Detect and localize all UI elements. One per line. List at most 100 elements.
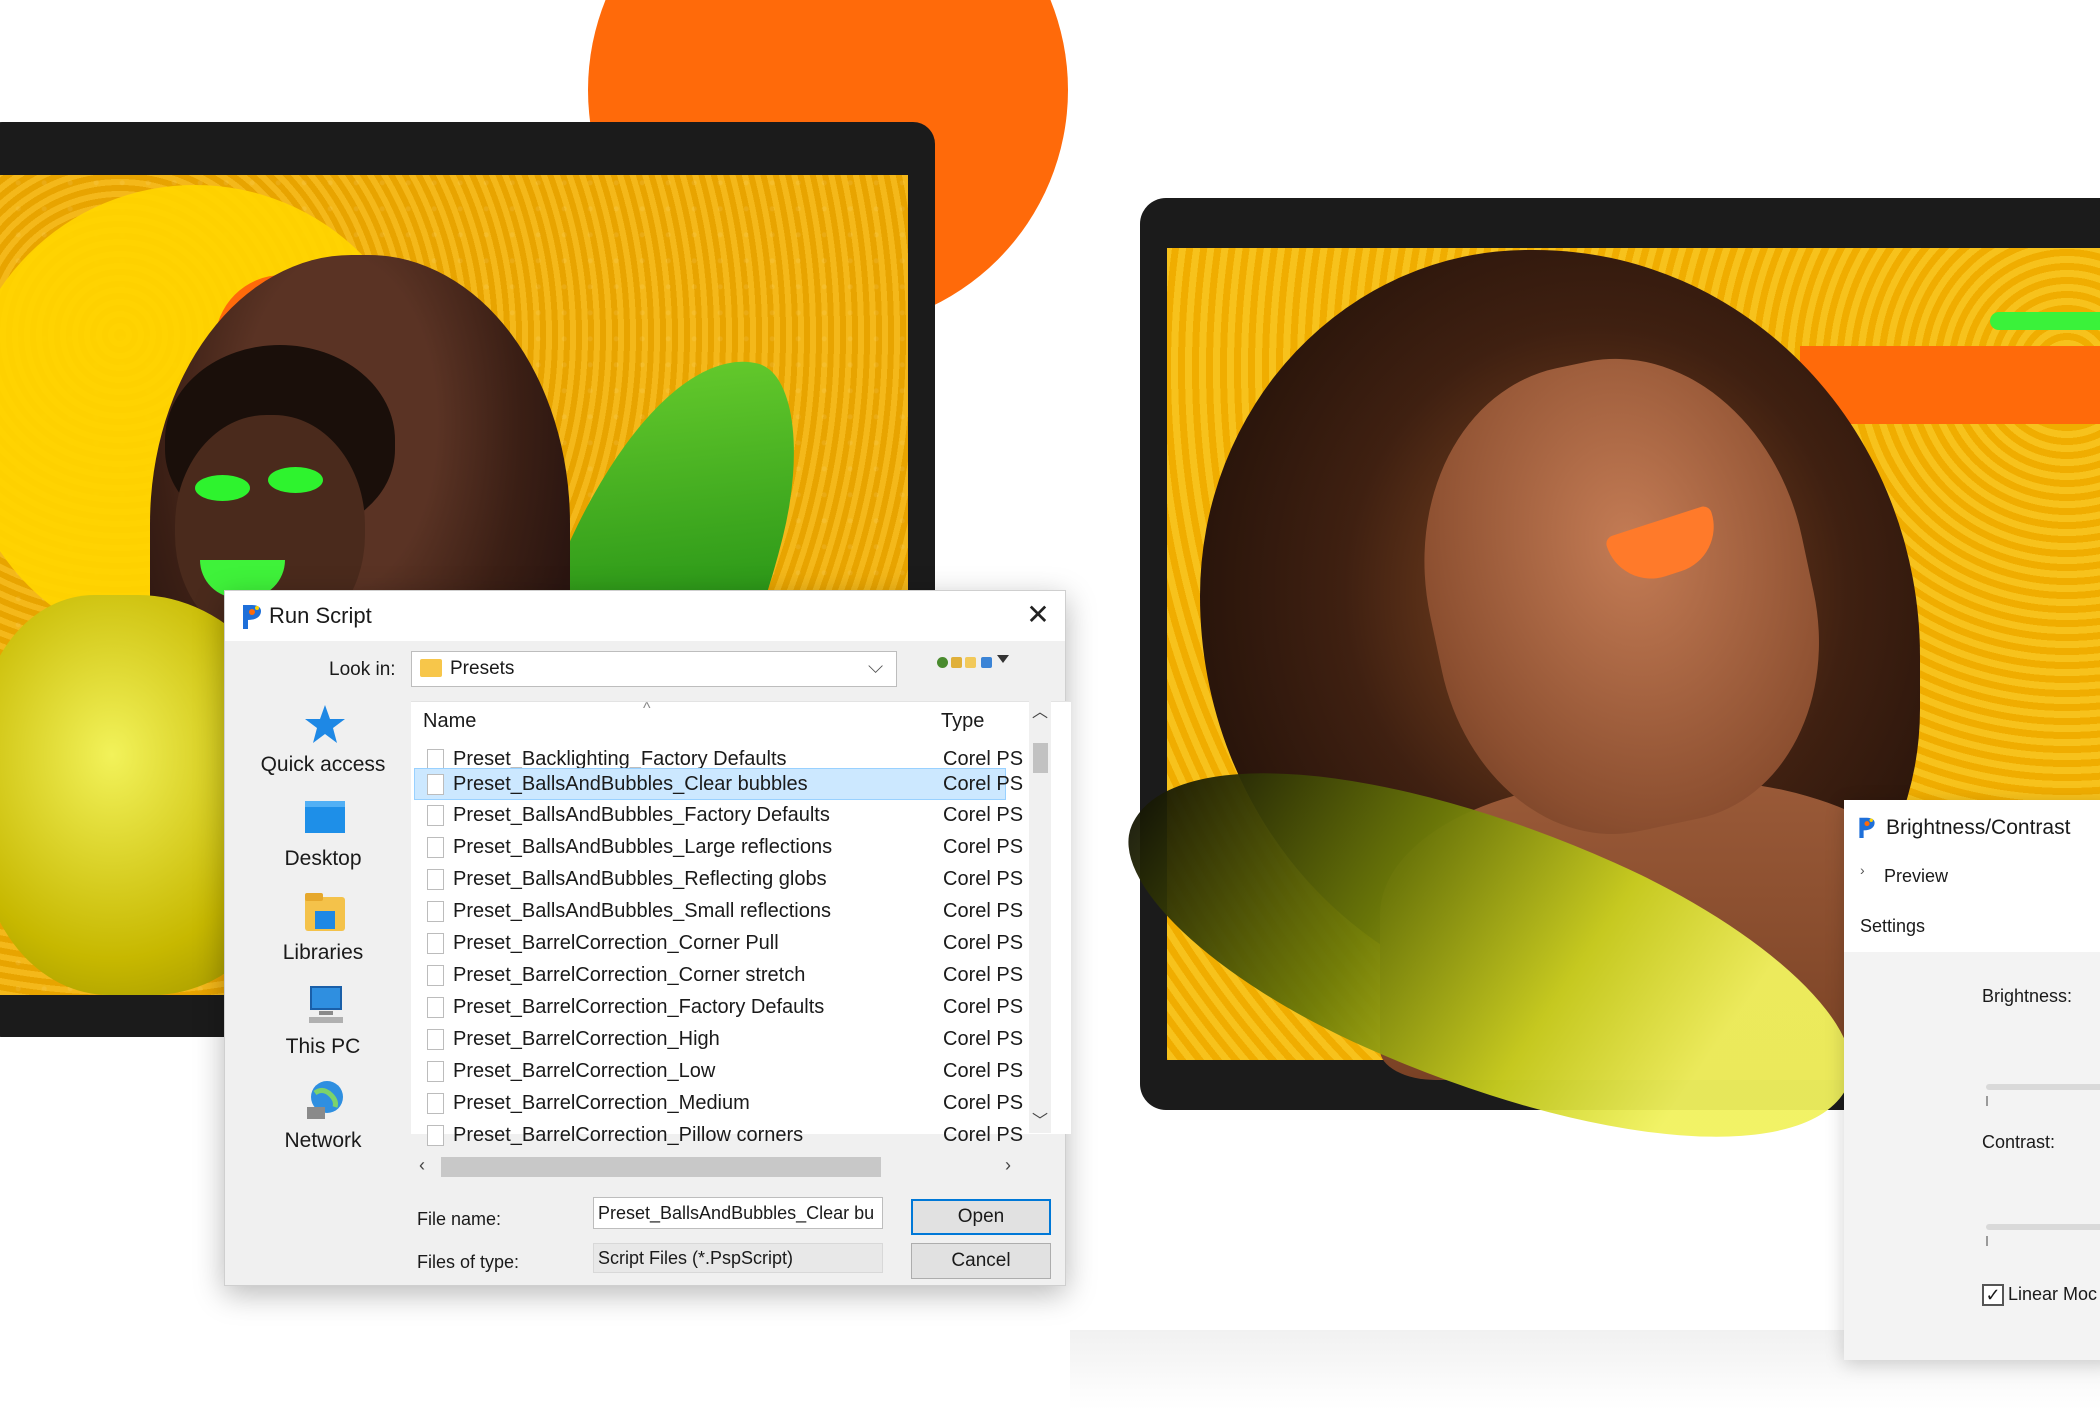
- network-icon: [307, 1081, 343, 1119]
- file-name: Preset_BarrelCorrection_Factory Defaults: [453, 996, 825, 1018]
- dialog-title-bar[interactable]: Run Script ✕: [225, 591, 1065, 641]
- file-row[interactable]: Preset_BarrelCorrection_Factory Defaults…: [415, 992, 1023, 1024]
- column-header-type[interactable]: Type: [941, 710, 984, 733]
- file-name: Preset_BallsAndBubbles_Factory Defaults: [453, 804, 830, 826]
- orange-stripe-decoration: [1800, 346, 2100, 424]
- paintshop-icon: [243, 605, 261, 629]
- file-name: Preset_BallsAndBubbles_Clear bubbles: [453, 773, 808, 795]
- file-name: Preset_BarrelCorrection_Corner stretch: [453, 964, 806, 986]
- green-stripe-decoration: [1990, 312, 2100, 330]
- file-name: Preset_BallsAndBubbles_Large reflections: [453, 836, 833, 858]
- file-icon: [427, 933, 444, 954]
- star-icon: [305, 705, 345, 743]
- file-row[interactable]: Preset_BarrelCorrection_Corner stretch Co…: [415, 960, 1023, 992]
- place-label: Quick access: [260, 753, 386, 776]
- file-type: Corel PS: [943, 900, 1024, 922]
- file-icon: [427, 774, 444, 795]
- place-libraries[interactable]: Libraries: [233, 885, 413, 975]
- file-name: Preset_BarrelCorrection_Low: [453, 1060, 716, 1082]
- file-name: Preset_BarrelCorrection_Corner Pull: [453, 932, 779, 954]
- file-name: Preset_BallsAndBubbles_Reflecting globs: [453, 868, 827, 890]
- libraries-icon: [305, 893, 345, 931]
- look-in-value: Presets: [450, 658, 515, 679]
- file-row[interactable]: Preset_BallsAndBubbles_Factory Defaults C…: [415, 800, 1023, 832]
- horizontal-scroll-thumb[interactable]: [441, 1157, 881, 1177]
- column-header-name[interactable]: Name: [423, 710, 476, 733]
- view-dropdown-icon[interactable]: [997, 655, 1009, 663]
- files-of-type-label: Files of type:: [417, 1252, 520, 1272]
- scroll-right-icon[interactable]: ›: [1005, 1155, 1011, 1176]
- new-folder-icon[interactable]: [965, 657, 976, 668]
- chevron-down-icon: ⌵: [868, 656, 884, 678]
- vertical-scroll-thumb[interactable]: [1033, 743, 1048, 773]
- sort-ascending-icon: ^: [643, 700, 651, 717]
- linear-mode-checkbox[interactable]: ✓: [1982, 1284, 2004, 1306]
- file-name: Preset_BallsAndBubbles_Small reflections: [453, 900, 831, 922]
- file-type: Corel PS: [943, 1124, 1024, 1146]
- file-type: Corel PS: [943, 836, 1024, 858]
- scroll-up-icon[interactable]: ︿: [1029, 701, 1051, 725]
- desktop-icon: [305, 801, 345, 833]
- settings-panel: Brightness: Contrast: ✓ Linear Moc: [1844, 952, 2100, 1360]
- file-name: Preset_BarrelCorrection_High: [453, 1028, 720, 1050]
- place-label: Network: [284, 1129, 362, 1152]
- horizontal-scrollbar[interactable]: ‹ ›: [411, 1155, 1031, 1179]
- file-name-input[interactable]: Preset_BallsAndBubbles_Clear bu: [593, 1197, 883, 1229]
- file-list: Name ^ Type Preset_Backlighting_Factory …: [411, 700, 1071, 1146]
- file-name: Preset_BarrelCorrection_Medium: [453, 1092, 750, 1114]
- file-icon: [427, 805, 444, 826]
- up-folder-icon[interactable]: [951, 657, 962, 668]
- slider-tick: [1986, 1096, 1988, 1106]
- folder-icon: [420, 659, 442, 677]
- file-type: Corel PS: [943, 932, 1024, 954]
- vertical-scrollbar[interactable]: ︿ ﹀: [1029, 701, 1051, 1133]
- file-row[interactable]: Preset_BallsAndBubbles_Large reflections…: [415, 832, 1023, 864]
- file-row-selected[interactable]: Preset_BallsAndBubbles_Clear bubbles Core…: [414, 768, 1023, 800]
- file-icon: [427, 1093, 444, 1114]
- brightness-contrast-dialog: Brightness/Contrast › Preview Settings B…: [1844, 800, 2100, 1360]
- expand-arrow-icon[interactable]: ›: [1860, 862, 1865, 878]
- file-row[interactable]: Preset_BallsAndBubbles_Reflecting globs C…: [415, 864, 1023, 896]
- look-in-label: Look in:: [329, 659, 396, 680]
- contrast-slider[interactable]: [1986, 1224, 2100, 1230]
- file-icon: [427, 1029, 444, 1050]
- file-icon: [427, 997, 444, 1018]
- back-icon[interactable]: [937, 657, 948, 668]
- look-in-dropdown[interactable]: Presets ⌵: [411, 651, 897, 687]
- preview-section-toggle[interactable]: Preview: [1884, 866, 1948, 887]
- file-type: Corel PS: [943, 804, 1024, 826]
- file-row[interactable]: Preset_BarrelCorrection_High Corel PS: [415, 1024, 1023, 1056]
- place-desktop[interactable]: Desktop: [233, 791, 413, 881]
- file-row[interactable]: Preset_BallsAndBubbles_Small reflections…: [415, 896, 1023, 928]
- place-label: This PC: [285, 1035, 361, 1058]
- file-icon: [427, 965, 444, 986]
- file-row[interactable]: Preset_BarrelCorrection_Medium Corel PS: [415, 1088, 1023, 1120]
- file-type: Corel PS: [943, 964, 1024, 986]
- cancel-button[interactable]: Cancel: [911, 1243, 1051, 1279]
- scroll-left-icon[interactable]: ‹: [419, 1155, 425, 1176]
- contrast-label: Contrast:: [1982, 1132, 2056, 1152]
- place-network[interactable]: Network: [233, 1073, 413, 1163]
- place-quick-access[interactable]: Quick access: [233, 697, 413, 787]
- dialog-title: Run Script: [269, 603, 372, 628]
- open-button[interactable]: Open: [911, 1199, 1051, 1235]
- brightness-slider[interactable]: [1986, 1084, 2100, 1090]
- green-eyeshadow-left: [195, 475, 250, 501]
- place-label: Libraries: [282, 941, 364, 964]
- brightness-label: Brightness:: [1982, 986, 2073, 1006]
- files-of-type-select[interactable]: Script Files (*.PspScript): [593, 1243, 883, 1273]
- places-bar: Quick access Desktop Libraries This PC N…: [233, 697, 413, 1177]
- file-icon: [427, 901, 444, 922]
- file-row[interactable]: Preset_BarrelCorrection_Low Corel PS: [415, 1056, 1023, 1088]
- view-menu-icon[interactable]: [981, 657, 992, 668]
- folder-toolbar: [933, 653, 1023, 677]
- scroll-down-icon[interactable]: ﹀: [1029, 1111, 1051, 1133]
- file-name: Preset_BarrelCorrection_Pillow corners: [453, 1124, 804, 1146]
- file-type: Corel PS: [943, 773, 1024, 795]
- file-row[interactable]: Preset_BarrelCorrection_Corner Pull Corel…: [415, 928, 1023, 960]
- close-icon[interactable]: ✕: [1021, 597, 1055, 633]
- file-icon: [427, 1125, 444, 1146]
- file-row[interactable]: Preset_BarrelCorrection_Pillow corners Co…: [415, 1120, 1023, 1152]
- file-type: Corel PS: [943, 868, 1024, 890]
- place-this-pc[interactable]: This PC: [233, 979, 413, 1069]
